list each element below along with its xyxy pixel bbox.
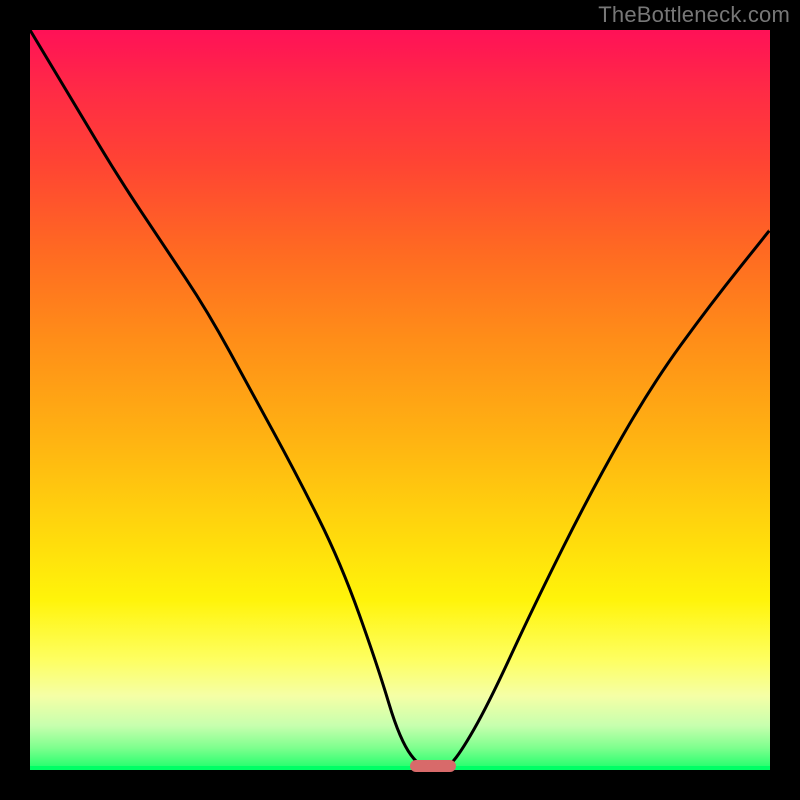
chart-plot-area xyxy=(30,30,770,770)
chart-frame: TheBottleneck.com xyxy=(0,0,800,800)
chart-curve-svg xyxy=(30,30,770,770)
watermark-text: TheBottleneck.com xyxy=(598,2,790,28)
curve-path xyxy=(30,30,770,770)
baseline-line xyxy=(30,766,770,770)
minimum-marker-pill xyxy=(410,760,456,772)
